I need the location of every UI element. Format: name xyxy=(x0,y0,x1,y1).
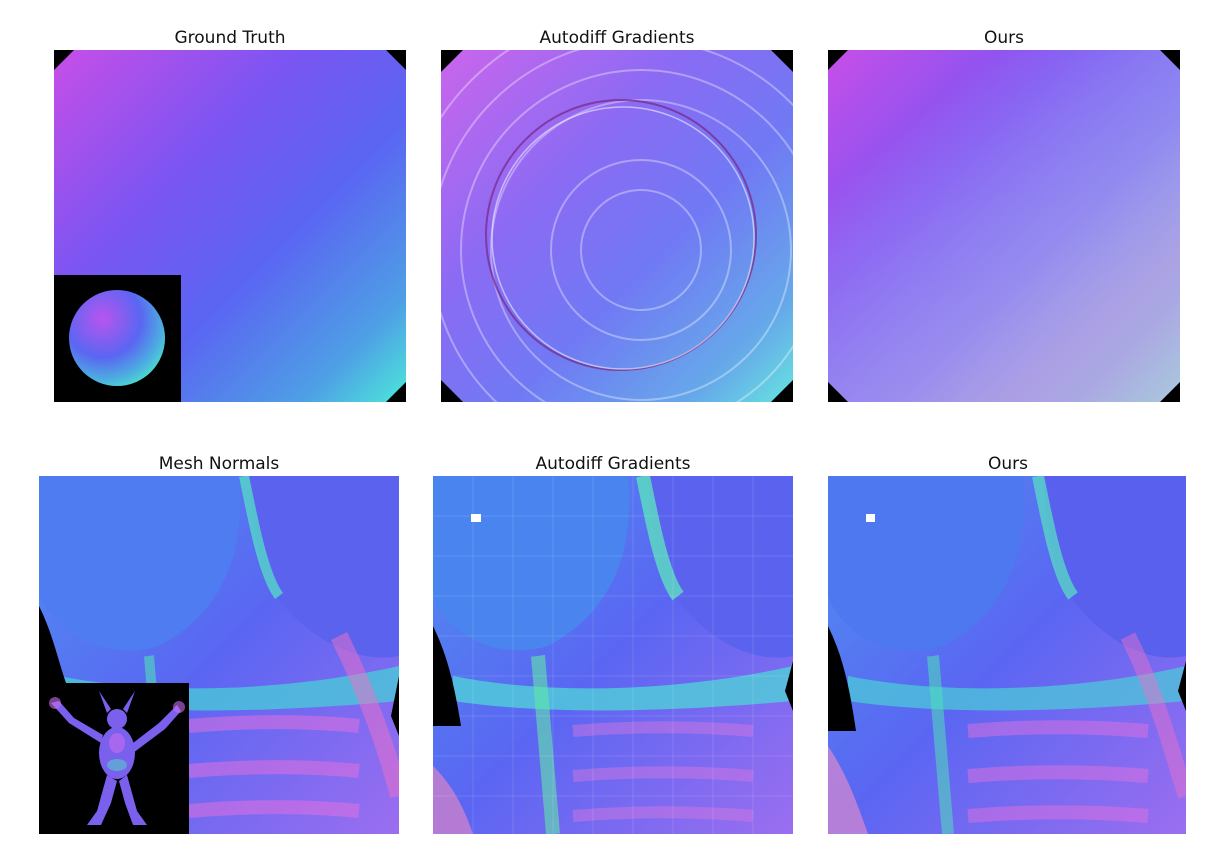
autodiff-top-panel xyxy=(441,50,793,402)
title-ground-truth: Ground Truth xyxy=(174,28,286,48)
armadillo-torso-normal-map-blocky-icon xyxy=(433,476,793,834)
title-autodiff-top: Autodiff Gradients xyxy=(539,28,695,48)
ground-truth-panel xyxy=(54,50,406,402)
mesh-normals-panel xyxy=(39,476,399,834)
ours-top-panel xyxy=(828,50,1180,402)
title-autodiff-bottom: Autodiff Gradients xyxy=(535,454,691,474)
autodiff-bottom-panel xyxy=(433,476,793,834)
title-ours-bottom: Ours xyxy=(987,454,1028,474)
sphere-normal-map-smooth-icon xyxy=(828,50,1180,402)
title-ours-top: Ours xyxy=(983,28,1024,48)
ours-bottom-panel xyxy=(828,476,1186,834)
title-mesh-normals: Mesh Normals xyxy=(158,454,280,474)
armadillo-torso-normal-map-smooth-icon xyxy=(828,476,1186,834)
sphere-normal-map-ringing-artifacts-icon xyxy=(441,50,793,402)
sphere-normal-inset-icon xyxy=(54,275,181,402)
white-square-marker-icon xyxy=(866,514,875,522)
armadillo-full-body-inset-icon xyxy=(39,683,189,834)
white-square-marker-icon xyxy=(471,514,481,522)
